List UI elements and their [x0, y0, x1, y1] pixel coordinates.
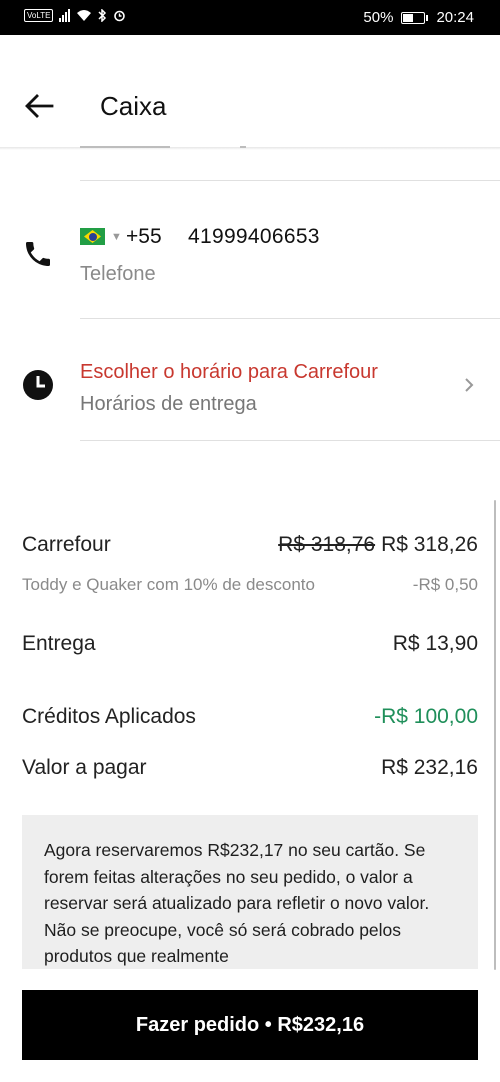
- clock-icon: [23, 370, 53, 400]
- phone-icon: [26, 242, 50, 266]
- country-dropdown-icon[interactable]: ▼: [111, 231, 122, 243]
- discount-value: -R$ 0,50: [412, 575, 478, 594]
- volte-indicator: VoLTE: [24, 9, 54, 22]
- delivery-fee-row: Entrega R$ 13,90: [22, 632, 478, 656]
- phone-label: Telefone: [80, 263, 156, 285]
- page-title: Caixa: [100, 91, 167, 121]
- brazil-flag-icon[interactable]: [80, 228, 105, 245]
- discount-row: Toddy e Quaker com 10% de desconto -R$ 0…: [22, 575, 478, 595]
- total-row: Valor a pagar R$ 232,16: [22, 756, 478, 780]
- signal-icon: [59, 9, 71, 22]
- store-label: Carrefour: [22, 533, 111, 556]
- store-price: R$ 318,26: [381, 533, 478, 556]
- total-value: R$ 232,16: [381, 756, 478, 779]
- card-hold-notice: Agora reservaremos R$232,17 no seu cartã…: [22, 815, 478, 969]
- bluetooth-icon: [98, 9, 107, 22]
- delivery-label: Entrega: [22, 632, 96, 655]
- credits-value: -R$ 100,00: [374, 705, 478, 728]
- delivery-value: R$ 13,90: [392, 632, 478, 655]
- discount-label: Toddy e Quaker com 10% de desconto: [22, 575, 315, 594]
- credits-row: Créditos Aplicados -R$ 100,00: [22, 705, 478, 729]
- status-bar: VoLTE 50% 20:24: [0, 0, 500, 35]
- country-code[interactable]: +55: [126, 225, 162, 249]
- alarm-icon: [114, 10, 126, 22]
- original-price: R$ 318,76: [278, 533, 376, 556]
- divider: [80, 318, 500, 319]
- back-arrow-icon[interactable]: [24, 93, 54, 119]
- store-subtotal-row: Carrefour R$ 318,76 R$ 318,26: [22, 533, 478, 557]
- battery-icon: [401, 11, 429, 24]
- scrollbar[interactable]: [494, 500, 496, 970]
- chevron-right-icon[interactable]: [463, 376, 475, 394]
- app-bar: Caixa: [0, 35, 500, 147]
- divider: [80, 440, 500, 441]
- card-hold-text: Agora reservaremos R$232,17 no seu cartã…: [44, 840, 430, 966]
- total-label: Valor a pagar: [22, 756, 147, 779]
- wifi-icon: [77, 10, 92, 21]
- scrolled-text-fragment: [80, 142, 260, 152]
- credits-label: Créditos Aplicados: [22, 705, 196, 728]
- divider: [80, 180, 500, 181]
- clock-time: 20:24: [436, 9, 474, 26]
- phone-number-field[interactable]: 41999406653: [188, 225, 320, 249]
- schedule-subtitle: Horários de entrega: [80, 393, 257, 415]
- battery-percent: 50%: [363, 9, 394, 26]
- place-order-button[interactable]: Fazer pedido • R$232,16: [22, 990, 478, 1060]
- schedule-title[interactable]: Escolher o horário para Carrefour: [80, 361, 378, 384]
